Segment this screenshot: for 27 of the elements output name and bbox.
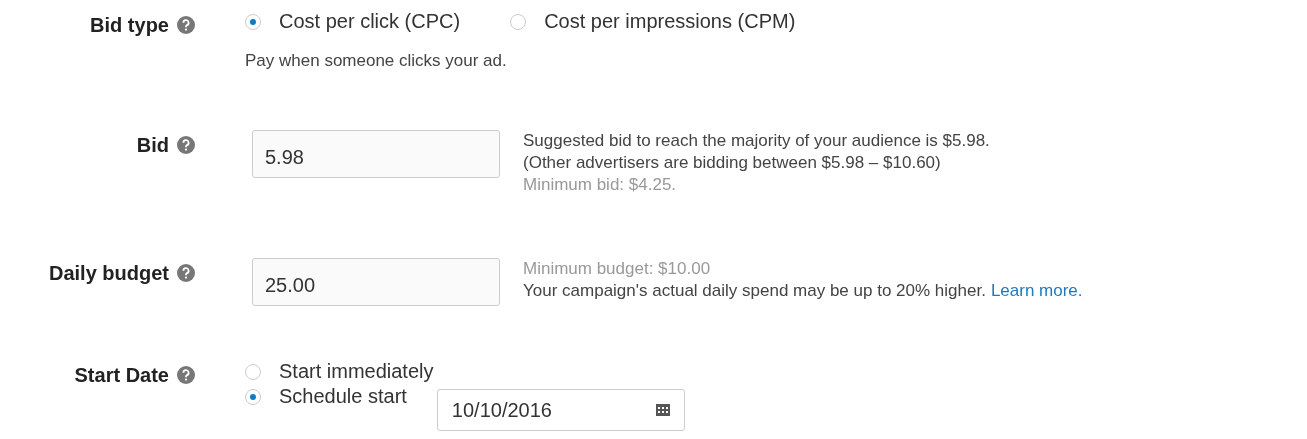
radio-option[interactable]: Start immediately (245, 360, 434, 383)
radio-button[interactable] (245, 13, 261, 30)
calendar-icon[interactable] (655, 404, 670, 416)
help-icon[interactable] (177, 136, 195, 154)
field-label: Bid type (90, 13, 169, 37)
radio-option[interactable]: Schedule start (245, 385, 407, 408)
field-label: Start Date (74, 363, 169, 387)
radio-button[interactable] (510, 13, 527, 30)
input-field[interactable]: 5.98 (252, 130, 500, 178)
hint-text: Your campaign's actual daily spend may be up to 20% higher. (523, 281, 986, 300)
hint-text: Suggested bid to reach the majority of your audience is $5.98. (523, 131, 990, 150)
field-label: Daily budget (49, 261, 169, 285)
radio-button[interactable] (245, 388, 261, 405)
learn-more-link[interactable]: Learn more. (990, 281, 1083, 300)
radio-option[interactable]: Cost per click (CPC) (245, 10, 461, 33)
input-field[interactable]: 25.00 (252, 258, 500, 306)
radio-option[interactable]: Cost per impressions (CPM) (510, 10, 796, 33)
date-field[interactable]: 10/10/2016 (436, 389, 685, 431)
radio-button[interactable] (245, 363, 261, 380)
description-text: Pay when someone clicks your ad. (245, 51, 508, 71)
field-label: Bid (136, 133, 169, 157)
hint-text: Minimum bid: $4.25. (523, 175, 677, 194)
hint-text: (Other advertisers are bidding between $5.98 – $10.60) (523, 153, 941, 172)
help-icon[interactable] (177, 16, 195, 34)
hint-text: Minimum budget: $10.00 (523, 259, 711, 278)
help-icon[interactable] (177, 264, 195, 282)
help-icon[interactable] (177, 366, 195, 384)
